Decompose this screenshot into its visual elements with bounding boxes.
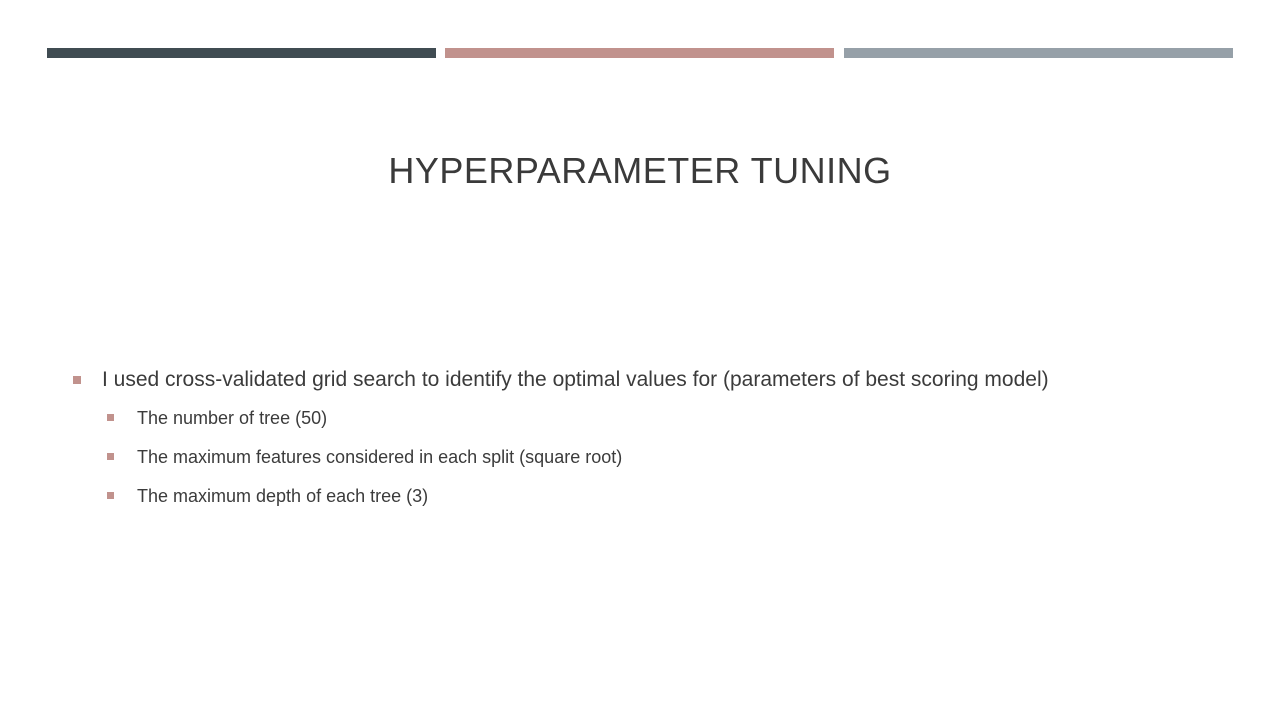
square-bullet-icon: [107, 453, 114, 460]
accent-bar-dark: [47, 48, 436, 58]
accent-bar-rose: [445, 48, 834, 58]
sub-bullet-item: The maximum depth of each tree (3): [107, 483, 1232, 509]
bullet-text: I used cross-validated grid search to id…: [102, 368, 1049, 391]
slide-title: HYPERPARAMETER TUNING: [388, 150, 892, 191]
square-bullet-icon: [73, 376, 81, 384]
bullet-list: I used cross-validated grid search to id…: [72, 366, 1232, 522]
slide: HYPERPARAMETER TUNING I used cross-valid…: [0, 0, 1280, 720]
sub-bullet-text: The maximum features considered in each …: [137, 447, 623, 467]
bullet-item-main: I used cross-validated grid search to id…: [72, 366, 1232, 394]
square-bullet-icon: [107, 414, 114, 421]
sub-bullet-item: The number of tree (50): [107, 405, 1232, 431]
square-bullet-icon: [107, 492, 114, 499]
accent-bar-gray: [844, 48, 1233, 58]
sub-bullet-item: The maximum features considered in each …: [107, 444, 1232, 470]
sub-bullet-text: The maximum depth of each tree (3): [137, 486, 429, 506]
accent-bars: [47, 48, 1233, 58]
sub-bullet-text: The number of tree (50): [137, 408, 328, 428]
